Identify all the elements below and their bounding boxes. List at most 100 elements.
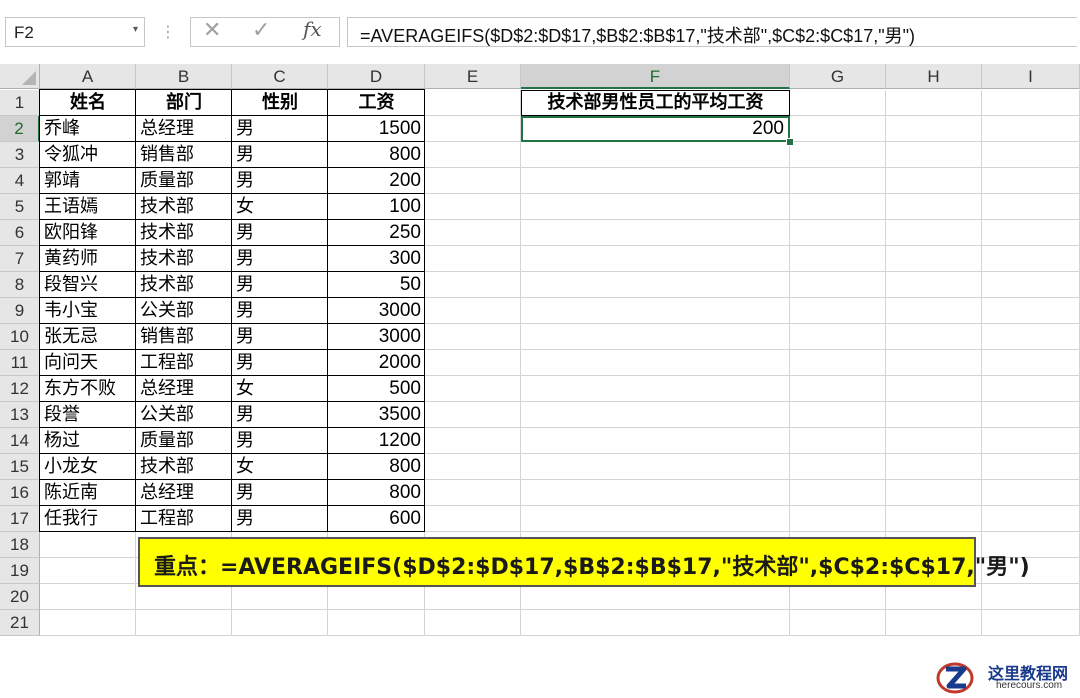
table-cell[interactable]: 公关部	[136, 298, 232, 324]
table-cell[interactable]: 女	[232, 454, 328, 480]
column-header-a[interactable]: A	[40, 64, 136, 89]
table-cell[interactable]: 女	[232, 194, 328, 220]
row-header-15[interactable]: 15	[0, 454, 40, 480]
table-cell[interactable]: 工程部	[136, 350, 232, 376]
table-cell[interactable]: 3500	[328, 402, 425, 428]
table-cell[interactable]: 男	[232, 402, 328, 428]
table-cell[interactable]: 技术部	[136, 246, 232, 272]
row-header-13[interactable]: 13	[0, 402, 40, 428]
table-cell[interactable]: 男	[232, 506, 328, 532]
table-cell[interactable]: 男	[232, 220, 328, 246]
table-cell[interactable]: 郭靖	[40, 168, 136, 194]
table-cell[interactable]: 600	[328, 506, 425, 532]
table-cell[interactable]: 总经理	[136, 376, 232, 402]
column-header-d[interactable]: D	[328, 64, 425, 89]
table-header-cell[interactable]: 性别	[232, 90, 328, 116]
drag-handle-icon[interactable]: ⋮	[160, 22, 176, 42]
table-cell[interactable]: 乔峰	[40, 116, 136, 142]
select-all-button[interactable]	[0, 64, 40, 89]
row-header-3[interactable]: 3	[0, 142, 40, 168]
table-cell[interactable]: 男	[232, 324, 328, 350]
table-cell[interactable]: 王语嫣	[40, 194, 136, 220]
table-cell[interactable]: 销售部	[136, 324, 232, 350]
table-cell[interactable]: 3000	[328, 298, 425, 324]
row-header-1[interactable]: 1	[0, 90, 40, 116]
table-cell[interactable]: 50	[328, 272, 425, 298]
table-cell[interactable]: 男	[232, 168, 328, 194]
formula-input[interactable]: =AVERAGEIFS($D$2:$D$17,$B$2:$B$17,"技术部",…	[347, 17, 1077, 47]
insert-function-icon[interactable]: fx	[303, 17, 322, 41]
column-header-h[interactable]: H	[886, 64, 982, 89]
table-cell[interactable]: 黄药师	[40, 246, 136, 272]
cancel-icon[interactable]: ✕	[203, 17, 221, 43]
table-cell[interactable]: 技术部	[136, 272, 232, 298]
row-header-18[interactable]: 18	[0, 532, 40, 558]
table-cell[interactable]: 1500	[328, 116, 425, 142]
table-cell[interactable]: 技术部	[136, 220, 232, 246]
table-cell[interactable]: 总经理	[136, 480, 232, 506]
row-header-8[interactable]: 8	[0, 272, 40, 298]
column-header-b[interactable]: B	[136, 64, 232, 89]
row-header-17[interactable]: 17	[0, 506, 40, 532]
table-cell[interactable]: 男	[232, 272, 328, 298]
table-header-cell[interactable]: 部门	[136, 90, 232, 116]
table-cell[interactable]: 欧阳锋	[40, 220, 136, 246]
row-header-7[interactable]: 7	[0, 246, 40, 272]
row-header-16[interactable]: 16	[0, 480, 40, 506]
table-cell[interactable]: 向问天	[40, 350, 136, 376]
table-cell[interactable]: 段智兴	[40, 272, 136, 298]
row-header-5[interactable]: 5	[0, 194, 40, 220]
table-cell[interactable]: 1200	[328, 428, 425, 454]
row-header-20[interactable]: 20	[0, 584, 40, 610]
table-cell[interactable]: 任我行	[40, 506, 136, 532]
table-cell[interactable]: 质量部	[136, 428, 232, 454]
result-header-cell[interactable]: 技术部男性员工的平均工资	[521, 90, 790, 116]
row-header-10[interactable]: 10	[0, 324, 40, 350]
table-cell[interactable]: 男	[232, 350, 328, 376]
table-cell[interactable]: 2000	[328, 350, 425, 376]
table-cell[interactable]: 男	[232, 298, 328, 324]
table-cell[interactable]: 男	[232, 428, 328, 454]
table-cell[interactable]: 技术部	[136, 194, 232, 220]
table-cell[interactable]: 公关部	[136, 402, 232, 428]
table-cell[interactable]: 200	[328, 168, 425, 194]
table-cell[interactable]: 800	[328, 142, 425, 168]
table-cell[interactable]: 800	[328, 454, 425, 480]
fill-handle[interactable]	[786, 138, 794, 146]
row-header-19[interactable]: 19	[0, 558, 40, 584]
table-header-cell[interactable]: 姓名	[40, 90, 136, 116]
table-cell[interactable]: 段誉	[40, 402, 136, 428]
table-cell[interactable]: 100	[328, 194, 425, 220]
column-header-f[interactable]: F	[521, 64, 790, 89]
row-header-14[interactable]: 14	[0, 428, 40, 454]
table-cell[interactable]: 总经理	[136, 116, 232, 142]
column-header-e[interactable]: E	[425, 64, 521, 89]
chevron-down-icon[interactable]: ▾	[133, 24, 138, 35]
active-cell[interactable]: 200	[521, 116, 790, 142]
table-header-cell[interactable]: 工资	[328, 90, 425, 116]
table-cell[interactable]: 男	[232, 142, 328, 168]
row-header-6[interactable]: 6	[0, 220, 40, 246]
row-header-11[interactable]: 11	[0, 350, 40, 376]
table-cell[interactable]: 250	[328, 220, 425, 246]
table-cell[interactable]: 韦小宝	[40, 298, 136, 324]
table-cell[interactable]: 小龙女	[40, 454, 136, 480]
row-header-9[interactable]: 9	[0, 298, 40, 324]
table-cell[interactable]: 质量部	[136, 168, 232, 194]
table-cell[interactable]: 工程部	[136, 506, 232, 532]
table-cell[interactable]: 杨过	[40, 428, 136, 454]
row-header-4[interactable]: 4	[0, 168, 40, 194]
row-header-12[interactable]: 12	[0, 376, 40, 402]
table-cell[interactable]: 令狐冲	[40, 142, 136, 168]
name-box[interactable]: F2 ▾	[5, 17, 145, 47]
table-cell[interactable]: 张无忌	[40, 324, 136, 350]
table-cell[interactable]: 女	[232, 376, 328, 402]
table-cell[interactable]: 300	[328, 246, 425, 272]
table-cell[interactable]: 陈近南	[40, 480, 136, 506]
table-cell[interactable]: 3000	[328, 324, 425, 350]
row-header-2[interactable]: 2	[0, 116, 40, 142]
table-cell[interactable]: 500	[328, 376, 425, 402]
table-cell[interactable]: 男	[232, 246, 328, 272]
table-cell[interactable]: 男	[232, 116, 328, 142]
table-cell[interactable]: 东方不败	[40, 376, 136, 402]
